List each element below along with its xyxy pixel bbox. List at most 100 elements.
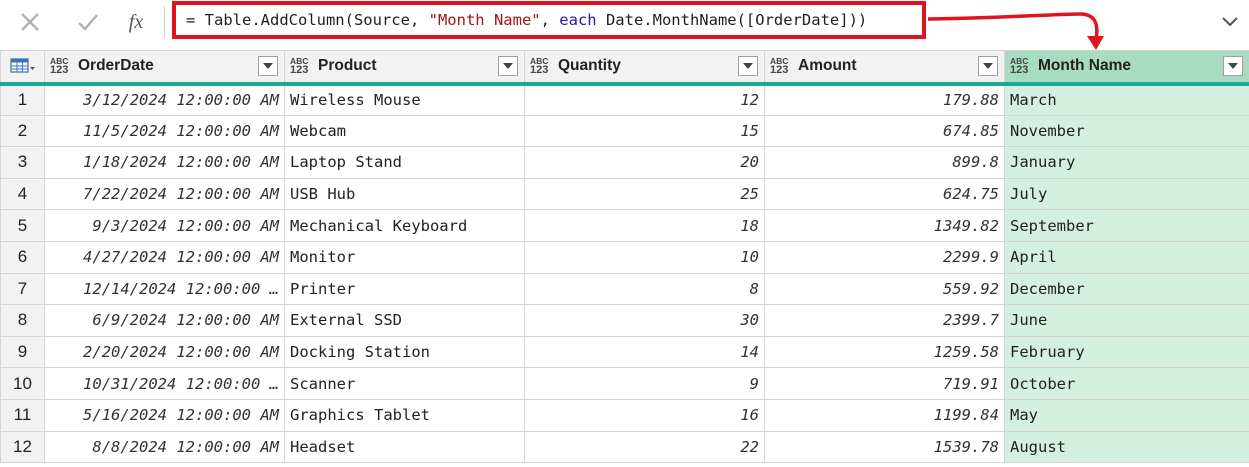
cell-product[interactable]: Laptop Stand <box>284 146 525 179</box>
row-number[interactable]: 10 <box>0 367 45 400</box>
cell-quantity[interactable]: 12 <box>524 83 765 116</box>
cell-quantity[interactable]: 16 <box>524 398 765 432</box>
cell-quantity[interactable]: 22 <box>524 430 765 464</box>
chevron-down-icon[interactable] <box>1214 6 1246 38</box>
row-number[interactable]: 6 <box>0 240 45 274</box>
cell-amount[interactable]: 559.92 <box>764 272 1005 306</box>
formula-prefix: = Table.AddColumn(Source, <box>186 11 429 29</box>
cell-amount[interactable]: 2299.9 <box>764 240 1005 274</box>
row-number[interactable]: 8 <box>0 304 45 337</box>
fx-icon[interactable]: fx <box>118 4 154 40</box>
any-type-icon[interactable]: ABC 123 <box>290 56 308 77</box>
cell-product[interactable]: External SSD <box>284 304 525 337</box>
cell-quantity[interactable]: 18 <box>524 209 765 242</box>
cell-month-name[interactable]: November <box>1004 114 1249 148</box>
row-number[interactable]: 4 <box>0 177 45 211</box>
cell-orderdate[interactable]: 11/5/2024 12:00:00 AM <box>44 114 285 148</box>
cell-quantity[interactable]: 14 <box>524 335 765 369</box>
cell-product[interactable]: USB Hub <box>284 177 525 211</box>
cell-month-name[interactable]: July <box>1004 177 1249 211</box>
cell-quantity[interactable]: 20 <box>524 146 765 179</box>
row-number[interactable]: 11 <box>0 398 45 432</box>
cell-quantity[interactable]: 10 <box>524 240 765 274</box>
close-icon[interactable] <box>12 4 48 40</box>
filter-dropdown-button[interactable] <box>978 56 998 76</box>
cell-month-name[interactable]: October <box>1004 367 1249 400</box>
cell-product[interactable]: Docking Station <box>284 335 525 369</box>
row-number[interactable]: 12 <box>0 430 45 464</box>
filter-dropdown-button[interactable] <box>258 56 278 76</box>
cell-product[interactable]: Monitor <box>284 240 525 274</box>
row-number[interactable]: 3 <box>0 146 45 179</box>
table-row: 6 4/27/2024 12:00:00 AM Monitor 10 2299.9 Apr… <box>0 240 1249 274</box>
cell-orderdate[interactable]: 3/12/2024 12:00:00 AM <box>44 83 285 116</box>
cell-orderdate[interactable]: 6/9/2024 12:00:00 AM <box>44 304 285 337</box>
any-type-icon[interactable]: ABC 123 <box>770 56 788 77</box>
cell-orderdate[interactable]: 12/14/2024 12:00:00 … <box>44 272 285 306</box>
cell-orderdate[interactable]: 5/16/2024 12:00:00 AM <box>44 398 285 432</box>
cell-amount[interactable]: 1539.78 <box>764 430 1005 464</box>
cell-month-name[interactable]: February <box>1004 335 1249 369</box>
any-type-icon[interactable]: ABC 123 <box>530 56 548 77</box>
cell-orderdate[interactable]: 1/18/2024 12:00:00 AM <box>44 146 285 179</box>
cell-month-name[interactable]: June <box>1004 304 1249 337</box>
cell-amount[interactable]: 624.75 <box>764 177 1005 211</box>
filter-dropdown-button[interactable] <box>1223 56 1243 76</box>
cell-amount[interactable]: 179.88 <box>764 83 1005 116</box>
cell-orderdate[interactable]: 10/31/2024 12:00:00 … <box>44 367 285 400</box>
filter-dropdown-button[interactable] <box>738 56 758 76</box>
cell-amount[interactable]: 899.8 <box>764 146 1005 179</box>
column-header-orderdate[interactable]: ABC 123 OrderDate <box>44 50 285 86</box>
cell-month-name[interactable]: December <box>1004 272 1249 306</box>
formula-input[interactable]: = Table.AddColumn(Source, "Month Name", … <box>172 1 926 39</box>
cell-month-name[interactable]: January <box>1004 146 1249 179</box>
row-number[interactable]: 5 <box>0 209 45 242</box>
any-type-icon[interactable]: ABC 123 <box>50 56 68 77</box>
cell-orderdate[interactable]: 4/27/2024 12:00:00 AM <box>44 240 285 274</box>
cell-month-name[interactable]: September <box>1004 209 1249 242</box>
cell-month-name[interactable]: May <box>1004 398 1249 432</box>
table-row: 1 3/12/2024 12:00:00 AM Wireless Mouse 12 17… <box>0 83 1249 116</box>
cell-quantity[interactable]: 25 <box>524 177 765 211</box>
formula-suffix: Date.MonthName([OrderDate])) <box>596 11 868 29</box>
column-header-amount[interactable]: ABC 123 Amount <box>764 50 1005 86</box>
cell-quantity[interactable]: 8 <box>524 272 765 306</box>
cell-amount[interactable]: 2399.7 <box>764 304 1005 337</box>
cell-amount[interactable]: 1349.82 <box>764 209 1005 242</box>
filter-dropdown-button[interactable] <box>498 56 518 76</box>
cell-product[interactable]: Graphics Tablet <box>284 398 525 432</box>
cell-orderdate[interactable]: 7/22/2024 12:00:00 AM <box>44 177 285 211</box>
cell-amount[interactable]: 719.91 <box>764 367 1005 400</box>
cell-amount[interactable]: 1259.58 <box>764 335 1005 369</box>
cell-month-name[interactable]: March <box>1004 83 1249 116</box>
cell-product[interactable]: Headset <box>284 430 525 464</box>
cell-quantity[interactable]: 9 <box>524 367 765 400</box>
cell-orderdate[interactable]: 2/20/2024 12:00:00 AM <box>44 335 285 369</box>
column-header-product[interactable]: ABC 123 Product <box>284 50 525 86</box>
cell-month-name[interactable]: April <box>1004 240 1249 274</box>
any-type-icon[interactable]: ABC 123 <box>1010 56 1028 77</box>
checkmark-icon[interactable] <box>70 4 106 40</box>
cell-product[interactable]: Wireless Mouse <box>284 83 525 116</box>
fx-label: fx <box>128 10 144 33</box>
cell-month-name[interactable]: August <box>1004 430 1249 464</box>
row-number[interactable]: 7 <box>0 272 45 306</box>
cell-amount[interactable]: 674.85 <box>764 114 1005 148</box>
cell-amount[interactable]: 1199.84 <box>764 398 1005 432</box>
row-number[interactable]: 2 <box>0 114 45 148</box>
column-header-quantity[interactable]: ABC 123 Quantity <box>524 50 765 86</box>
row-number[interactable]: 1 <box>0 83 45 116</box>
cell-product[interactable]: Scanner <box>284 367 525 400</box>
column-header-month-name[interactable]: ABC 123 Month Name <box>1004 50 1249 86</box>
table-menu-button[interactable] <box>0 50 45 86</box>
cell-orderdate[interactable]: 9/3/2024 12:00:00 AM <box>44 209 285 242</box>
cell-product[interactable]: Printer <box>284 272 525 306</box>
table-row: 4 7/22/2024 12:00:00 AM USB Hub 25 624.75 Jul… <box>0 177 1249 211</box>
cell-orderdate[interactable]: 8/8/2024 12:00:00 AM <box>44 430 285 464</box>
cell-product[interactable]: Webcam <box>284 114 525 148</box>
cell-product[interactable]: Mechanical Keyboard <box>284 209 525 242</box>
table-row: 10 10/31/2024 12:00:00 … Scanner 9 719.91 Oct… <box>0 367 1249 400</box>
row-number[interactable]: 9 <box>0 335 45 369</box>
cell-quantity[interactable]: 15 <box>524 114 765 148</box>
cell-quantity[interactable]: 30 <box>524 304 765 337</box>
